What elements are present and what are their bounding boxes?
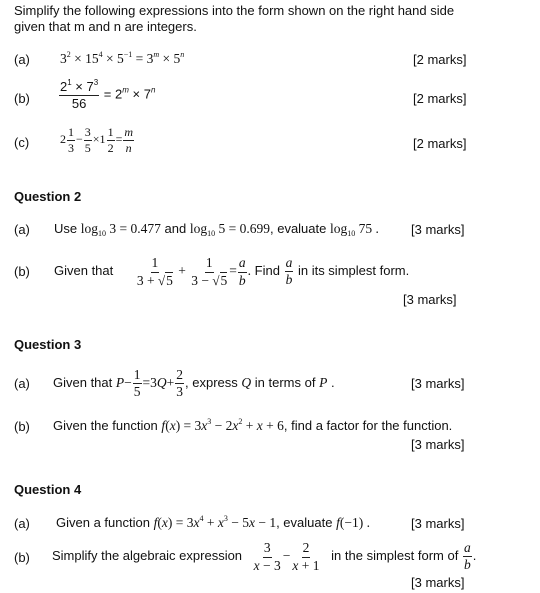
q4b-text: Simplify the algebraic expression 3x − 3…: [52, 540, 477, 573]
q1c-label: (c): [14, 135, 30, 150]
q1a-expression: 32 × 154 × 5−1 = 3m × 5n: [60, 50, 185, 67]
q4a-text: Given a function f(x) = 3x4 + x3 − 5x − …: [56, 514, 370, 531]
q2a-text: Use log10 3 = 0.477 and log10 5 = 0.699,…: [54, 221, 379, 238]
q3a-label: (a): [14, 376, 30, 391]
instructions-line-2: given that m and n are integers.: [14, 19, 197, 34]
q3b-text: Given the function f(x) = 3x3 − 2x2 + x …: [53, 417, 453, 434]
question-2-heading: Question 2: [14, 189, 82, 204]
q2a-label: (a): [14, 222, 30, 237]
q1b-label: (b): [14, 91, 30, 106]
q2b-text: Given that 13 + √5 + 13 − √5 = a b. Find ab…: [54, 255, 410, 288]
question-3-heading: Question 3: [14, 337, 82, 352]
q2b-marks: [3 marks]: [403, 292, 457, 307]
q2b-label: (b): [14, 264, 30, 279]
q4b-marks: [3 marks]: [411, 575, 465, 590]
q1c-marks: [2 marks]: [413, 136, 467, 151]
q2a-marks: [3 marks]: [411, 222, 465, 237]
q3a-marks: [3 marks]: [411, 376, 465, 391]
q3b-marks: [3 marks]: [411, 437, 465, 452]
q1c-expression: 2 1 3−3 5 ×1 1 2 = m n: [60, 125, 135, 155]
q1b-expression: 21 × 73 56 = 2m × 7n: [59, 78, 156, 111]
q1b-marks: [2 marks]: [413, 91, 467, 106]
q3a-text: Given that P− 1 5 =3Q+ 2 3, express Q in term…: [53, 367, 335, 400]
q3b-label: (b): [14, 419, 30, 434]
q4b-label: (b): [14, 550, 30, 565]
q1a-label: (a): [14, 52, 30, 67]
instructions-line-1: Simplify the following expressions into …: [14, 3, 455, 18]
question-4-heading: Question 4: [14, 482, 82, 497]
q1a-marks: [2 marks]: [413, 52, 467, 67]
q4a-label: (a): [14, 516, 30, 531]
q4a-marks: [3 marks]: [411, 516, 465, 531]
